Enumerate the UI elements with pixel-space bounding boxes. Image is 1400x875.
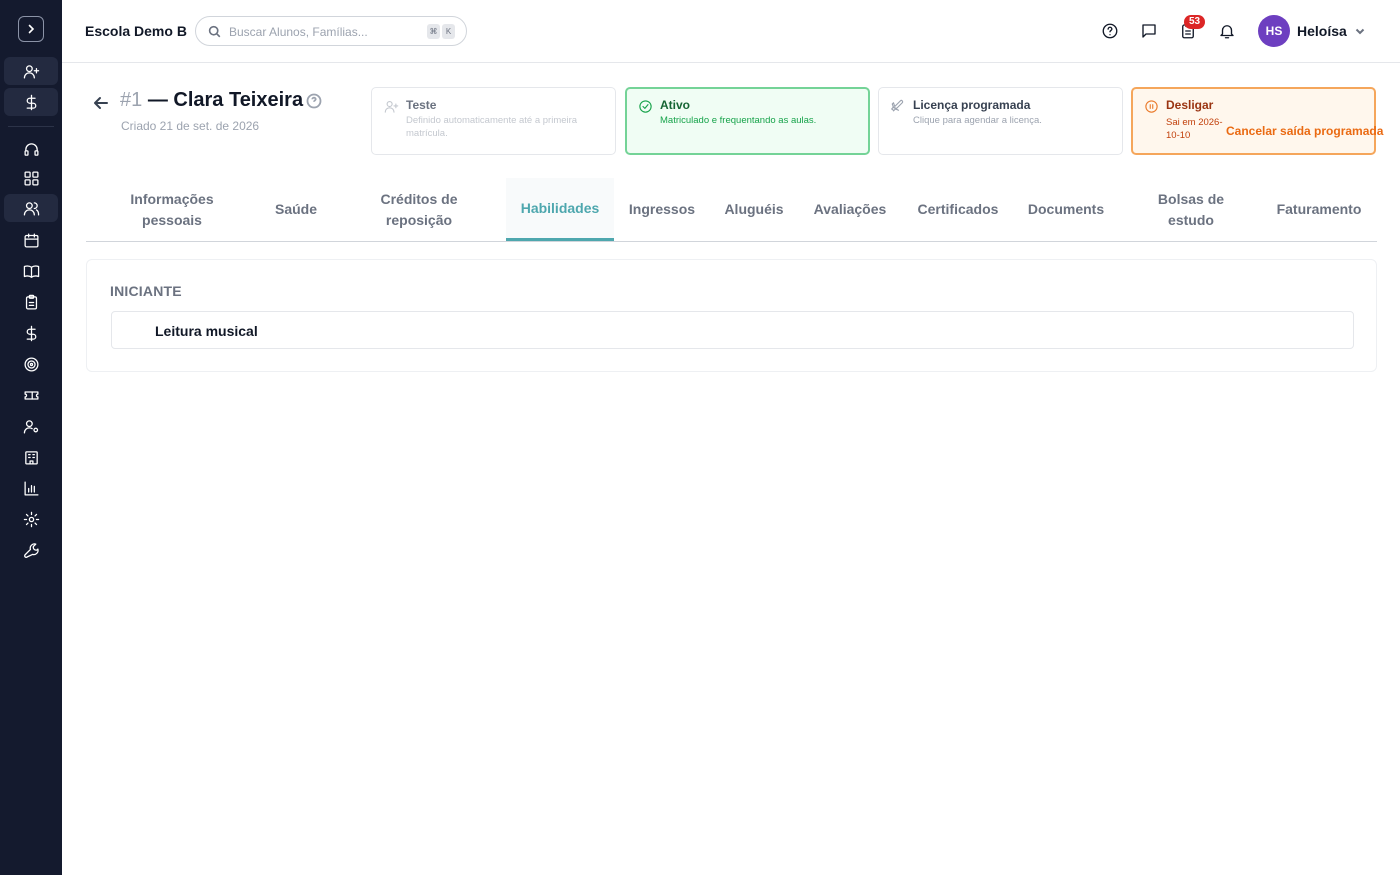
status-card-title: Desligar (1166, 98, 1214, 112)
user-plus-icon (23, 64, 39, 79)
skill-item-label: Leitura musical (155, 323, 258, 339)
tab-scholarships[interactable]: Bolsas de estudo (1141, 178, 1241, 241)
users-icon (23, 201, 39, 216)
back-arrow-icon[interactable] (92, 94, 110, 112)
help-button[interactable] (1099, 20, 1121, 42)
headset-icon (23, 142, 39, 156)
school-name: Escola Demo B (85, 23, 187, 39)
wrench-icon (23, 542, 39, 558)
search-icon (208, 25, 221, 38)
sidebar-item-billing[interactable] (4, 88, 58, 116)
status-card-subtitle: Definido automaticamente até a primeira … (406, 115, 578, 139)
sidebar-item-courses[interactable] (4, 257, 58, 285)
help-circle-icon[interactable] (306, 93, 322, 109)
status-card-active[interactable]: Ativo Matriculado e frequentando as aula… (625, 87, 870, 155)
tab-bar: Informações pessoais Saúde Créditos de r… (86, 178, 1377, 242)
sidebar-item-staff[interactable] (4, 412, 58, 440)
dollar-icon (26, 325, 36, 341)
skill-item[interactable]: Leitura musical (111, 311, 1354, 349)
tasks-count-badge: 53 (1184, 15, 1205, 29)
sidebar-expand-button[interactable] (18, 16, 44, 42)
user-name[interactable]: Heloísa (1297, 23, 1347, 39)
ticket-icon (23, 390, 39, 400)
search-placeholder: Buscar Alunos, Famílias... (229, 25, 368, 39)
search-input[interactable]: Buscar Alunos, Famílias... ⌘ K (195, 16, 467, 46)
sidebar-divider (8, 126, 54, 127)
tab-billing[interactable]: Faturamento (1269, 178, 1369, 241)
status-card-subtitle: Matriculado e frequentando as aulas. (660, 115, 817, 126)
user-cog-icon (23, 419, 38, 434)
clipboard-icon (25, 294, 37, 310)
sidebar-item-dashboard[interactable] (4, 164, 58, 192)
sidebar-item-support[interactable] (4, 135, 58, 163)
status-card-leave[interactable]: Licença programada Clique para agendar a… (878, 87, 1123, 155)
sidebar-item-tools[interactable] (4, 536, 58, 564)
chevron-down-icon[interactable] (1354, 25, 1366, 37)
tab-certificates[interactable]: Certificados (908, 178, 1008, 241)
student-number: #1 (120, 89, 143, 111)
avatar[interactable]: HS (1258, 15, 1290, 47)
notifications-button[interactable] (1216, 20, 1238, 42)
tab-makeup-credits[interactable]: Créditos de reposição (361, 178, 477, 241)
sidebar-item-settings[interactable] (4, 505, 58, 533)
top-bar: Escola Demo B Buscar Alunos, Famílias...… (62, 0, 1400, 63)
target-icon (23, 356, 39, 372)
sidebar-item-finance[interactable] (4, 319, 58, 347)
status-card-trial[interactable]: Teste Definido automaticamente até a pri… (371, 87, 616, 155)
status-card-subtitle: Sai em 2026-10-10 (1166, 117, 1223, 141)
tab-rentals[interactable]: Aluguéis (714, 178, 794, 241)
message-square-icon (1142, 24, 1156, 38)
shortcut-key-cmd: ⌘ (427, 24, 440, 39)
sidebar-item-students[interactable] (4, 194, 58, 222)
sidebar-item-add-student[interactable] (4, 57, 58, 85)
sidebar-item-locations[interactable] (4, 443, 58, 471)
tab-documents[interactable]: Documents (1019, 178, 1113, 241)
tab-skills[interactable]: Habilidades (506, 178, 614, 241)
plane-icon (891, 99, 904, 112)
calendar-icon (23, 232, 39, 248)
sidebar-item-reports[interactable] (4, 474, 58, 502)
bar-chart-icon (23, 480, 39, 496)
student-name: — Clara Teixeira (147, 89, 304, 111)
chevron-right-icon (28, 24, 35, 34)
pause-circle-icon (1145, 100, 1158, 113)
dollar-icon (26, 94, 36, 110)
book-icon (23, 264, 39, 278)
sidebar-item-calendar[interactable] (4, 226, 58, 254)
status-card-exit[interactable]: Desligar Sai em 2026-10-10 Cancelar saíd… (1131, 87, 1383, 155)
tab-personal-info[interactable]: Informações pessoais (112, 178, 232, 241)
sidebar-item-tasks[interactable] (4, 288, 58, 316)
grid-icon (23, 170, 39, 186)
status-card-subtitle: Clique para agendar a licença. (913, 115, 1042, 126)
shortcut-key-k: K (442, 24, 455, 39)
status-card-title: Teste (406, 98, 437, 112)
status-card-title: Ativo (660, 98, 690, 112)
tab-tickets[interactable]: Ingressos (622, 178, 702, 241)
messages-button[interactable] (1138, 20, 1160, 42)
sidebar-item-goals[interactable] (4, 350, 58, 378)
tab-evaluations[interactable]: Avaliações (805, 178, 895, 241)
skills-panel: INICIANTE Leitura musical (86, 259, 1377, 372)
page-title: #1 — Clara Teixeira (120, 89, 303, 112)
tab-health[interactable]: Saúde (256, 178, 336, 241)
building-icon (24, 450, 38, 465)
sidebar-item-tickets[interactable] (4, 381, 58, 409)
help-circle-icon (1102, 23, 1118, 39)
status-card-title: Licença programada (913, 98, 1031, 112)
cancel-scheduled-exit-link[interactable]: Cancelar saída programada (1226, 124, 1383, 138)
gear-icon (23, 511, 39, 527)
bell-icon (1220, 25, 1234, 39)
skill-level-heading: INICIANTE (110, 283, 182, 299)
sidebar (0, 0, 62, 875)
created-date: Criado 21 de set. de 2026 (121, 119, 260, 133)
check-circle-icon (639, 100, 652, 113)
user-plus-icon (384, 100, 399, 113)
